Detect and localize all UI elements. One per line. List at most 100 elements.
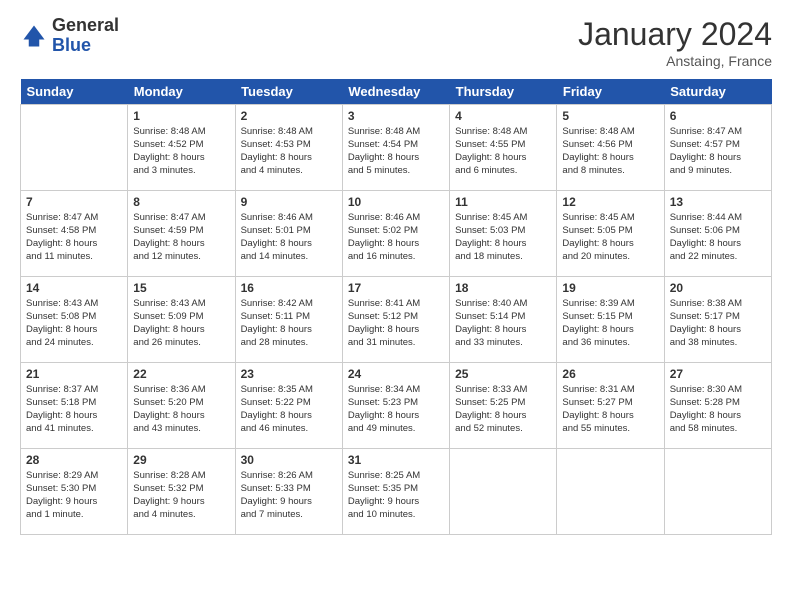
- cell-line: Daylight: 8 hours: [562, 152, 658, 165]
- day-number: 30: [241, 452, 337, 468]
- logo-icon: [20, 22, 48, 50]
- cell-line: Sunrise: 8:48 AM: [348, 126, 444, 139]
- calendar-cell: 3Sunrise: 8:48 AMSunset: 4:54 PMDaylight…: [342, 105, 449, 191]
- cell-content: 1Sunrise: 8:48 AMSunset: 4:52 PMDaylight…: [133, 108, 229, 177]
- cell-line: Daylight: 8 hours: [670, 238, 766, 251]
- day-number: 1: [133, 108, 229, 124]
- cell-line: Sunrise: 8:40 AM: [455, 298, 551, 311]
- cell-line: Daylight: 8 hours: [133, 238, 229, 251]
- cell-line: and 3 minutes.: [133, 165, 229, 178]
- logo-text: General Blue: [52, 16, 119, 56]
- cell-line: Sunrise: 8:33 AM: [455, 384, 551, 397]
- cell-line: and 38 minutes.: [670, 337, 766, 350]
- cell-content: 18Sunrise: 8:40 AMSunset: 5:14 PMDayligh…: [455, 280, 551, 349]
- day-number: 21: [26, 366, 122, 382]
- cell-line: and 43 minutes.: [133, 423, 229, 436]
- calendar-table: SundayMondayTuesdayWednesdayThursdayFrid…: [20, 79, 772, 535]
- calendar-cell: 27Sunrise: 8:30 AMSunset: 5:28 PMDayligh…: [664, 363, 771, 449]
- cell-content: 27Sunrise: 8:30 AMSunset: 5:28 PMDayligh…: [670, 366, 766, 435]
- cell-line: Sunset: 5:23 PM: [348, 397, 444, 410]
- cell-line: Sunset: 5:01 PM: [241, 225, 337, 238]
- cell-line: Daylight: 8 hours: [348, 152, 444, 165]
- cell-line: Sunset: 5:15 PM: [562, 311, 658, 324]
- title-block: January 2024 Anstaing, France: [578, 16, 772, 69]
- cell-line: and 58 minutes.: [670, 423, 766, 436]
- calendar-cell: 20Sunrise: 8:38 AMSunset: 5:17 PMDayligh…: [664, 277, 771, 363]
- calendar-cell: 4Sunrise: 8:48 AMSunset: 4:55 PMDaylight…: [450, 105, 557, 191]
- cell-line: Sunrise: 8:48 AM: [455, 126, 551, 139]
- cell-line: and 9 minutes.: [670, 165, 766, 178]
- cell-line: and 36 minutes.: [562, 337, 658, 350]
- cell-line: Sunset: 5:08 PM: [26, 311, 122, 324]
- day-number: 23: [241, 366, 337, 382]
- cell-content: 9Sunrise: 8:46 AMSunset: 5:01 PMDaylight…: [241, 194, 337, 263]
- cell-content: 11Sunrise: 8:45 AMSunset: 5:03 PMDayligh…: [455, 194, 551, 263]
- cell-line: and 26 minutes.: [133, 337, 229, 350]
- cell-line: and 11 minutes.: [26, 251, 122, 264]
- cell-line: Daylight: 8 hours: [562, 410, 658, 423]
- calendar-cell: 16Sunrise: 8:42 AMSunset: 5:11 PMDayligh…: [235, 277, 342, 363]
- day-number: 25: [455, 366, 551, 382]
- col-header-wednesday: Wednesday: [342, 79, 449, 105]
- col-header-saturday: Saturday: [664, 79, 771, 105]
- cell-line: Daylight: 8 hours: [26, 324, 122, 337]
- day-number: 9: [241, 194, 337, 210]
- cell-line: Daylight: 8 hours: [241, 410, 337, 423]
- cell-content: 6Sunrise: 8:47 AMSunset: 4:57 PMDaylight…: [670, 108, 766, 177]
- calendar-cell: 7Sunrise: 8:47 AMSunset: 4:58 PMDaylight…: [21, 191, 128, 277]
- calendar-cell: 21Sunrise: 8:37 AMSunset: 5:18 PMDayligh…: [21, 363, 128, 449]
- cell-line: Sunset: 5:27 PM: [562, 397, 658, 410]
- cell-line: Sunset: 4:57 PM: [670, 139, 766, 152]
- cell-line: Daylight: 8 hours: [348, 410, 444, 423]
- day-number: 10: [348, 194, 444, 210]
- cell-line: and 20 minutes.: [562, 251, 658, 264]
- cell-line: Daylight: 9 hours: [26, 496, 122, 509]
- cell-line: and 22 minutes.: [670, 251, 766, 264]
- cell-content: 10Sunrise: 8:46 AMSunset: 5:02 PMDayligh…: [348, 194, 444, 263]
- cell-line: Sunset: 4:53 PM: [241, 139, 337, 152]
- cell-line: Sunset: 4:56 PM: [562, 139, 658, 152]
- cell-line: Sunset: 5:06 PM: [670, 225, 766, 238]
- calendar-cell: 29Sunrise: 8:28 AMSunset: 5:32 PMDayligh…: [128, 449, 235, 535]
- cell-line: and 31 minutes.: [348, 337, 444, 350]
- cell-content: 30Sunrise: 8:26 AMSunset: 5:33 PMDayligh…: [241, 452, 337, 521]
- cell-line: and 49 minutes.: [348, 423, 444, 436]
- cell-content: 25Sunrise: 8:33 AMSunset: 5:25 PMDayligh…: [455, 366, 551, 435]
- cell-line: Sunset: 5:09 PM: [133, 311, 229, 324]
- cell-line: Sunrise: 8:45 AM: [455, 212, 551, 225]
- cell-line: Sunrise: 8:47 AM: [26, 212, 122, 225]
- cell-line: and 16 minutes.: [348, 251, 444, 264]
- calendar-cell: 28Sunrise: 8:29 AMSunset: 5:30 PMDayligh…: [21, 449, 128, 535]
- logo: General Blue: [20, 16, 119, 56]
- day-number: 28: [26, 452, 122, 468]
- cell-content: 31Sunrise: 8:25 AMSunset: 5:35 PMDayligh…: [348, 452, 444, 521]
- day-number: 7: [26, 194, 122, 210]
- cell-line: Daylight: 8 hours: [241, 324, 337, 337]
- cell-content: 7Sunrise: 8:47 AMSunset: 4:58 PMDaylight…: [26, 194, 122, 263]
- cell-line: Sunset: 5:03 PM: [455, 225, 551, 238]
- cell-line: Daylight: 8 hours: [455, 152, 551, 165]
- cell-line: Sunrise: 8:39 AM: [562, 298, 658, 311]
- cell-line: and 1 minute.: [26, 509, 122, 522]
- cell-line: Sunset: 4:54 PM: [348, 139, 444, 152]
- cell-line: Daylight: 8 hours: [670, 410, 766, 423]
- cell-line: Sunset: 5:33 PM: [241, 483, 337, 496]
- day-number: 13: [670, 194, 766, 210]
- cell-content: 3Sunrise: 8:48 AMSunset: 4:54 PMDaylight…: [348, 108, 444, 177]
- cell-line: Daylight: 8 hours: [241, 238, 337, 251]
- day-number: 19: [562, 280, 658, 296]
- week-row-4: 21Sunrise: 8:37 AMSunset: 5:18 PMDayligh…: [21, 363, 772, 449]
- cell-content: 20Sunrise: 8:38 AMSunset: 5:17 PMDayligh…: [670, 280, 766, 349]
- cell-line: Sunset: 5:35 PM: [348, 483, 444, 496]
- cell-line: Sunset: 5:11 PM: [241, 311, 337, 324]
- cell-content: 2Sunrise: 8:48 AMSunset: 4:53 PMDaylight…: [241, 108, 337, 177]
- cell-line: and 8 minutes.: [562, 165, 658, 178]
- cell-line: Daylight: 8 hours: [348, 238, 444, 251]
- cell-content: 14Sunrise: 8:43 AMSunset: 5:08 PMDayligh…: [26, 280, 122, 349]
- cell-line: and 5 minutes.: [348, 165, 444, 178]
- cell-line: Sunrise: 8:43 AM: [133, 298, 229, 311]
- day-number: 2: [241, 108, 337, 124]
- cell-line: and 14 minutes.: [241, 251, 337, 264]
- cell-line: and 41 minutes.: [26, 423, 122, 436]
- cell-line: Sunrise: 8:37 AM: [26, 384, 122, 397]
